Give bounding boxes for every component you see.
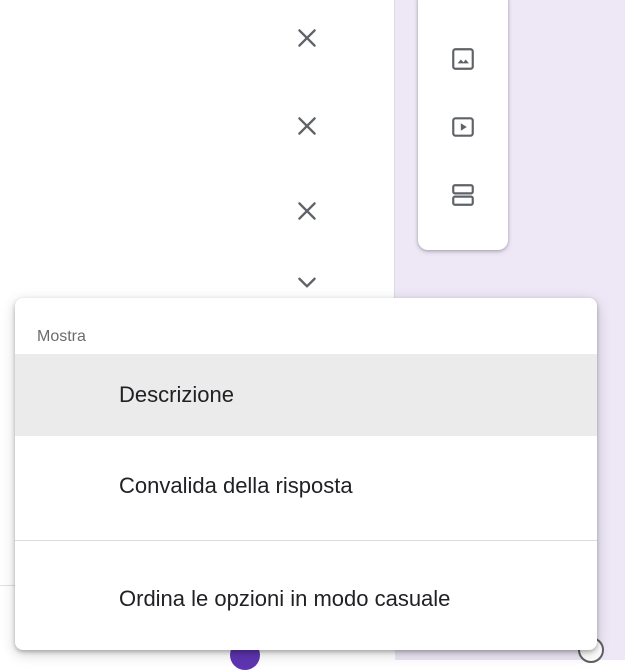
section-icon: [450, 182, 476, 208]
chevron-down-icon: [294, 272, 320, 292]
image-icon: [450, 46, 476, 72]
menu-item-shuffle-options[interactable]: Ordina le opzioni in modo casuale: [15, 548, 597, 650]
add-image-button[interactable]: [443, 39, 483, 79]
menu-item-label: Convalida della risposta: [119, 473, 353, 498]
menu-item-response-validation[interactable]: Convalida della risposta: [15, 436, 597, 536]
close-icon: [294, 198, 320, 224]
remove-option-button[interactable]: [283, 14, 331, 62]
close-icon: [294, 113, 320, 139]
add-video-button[interactable]: [443, 107, 483, 147]
remove-option-button[interactable]: [283, 187, 331, 235]
close-icon: [294, 25, 320, 51]
add-section-button[interactable]: [443, 175, 483, 215]
show-options-menu: Mostra Descrizione Convalida della rispo…: [15, 298, 597, 650]
video-icon: [450, 114, 476, 140]
menu-item-description[interactable]: Descrizione: [15, 354, 597, 436]
menu-header: Mostra: [37, 328, 86, 345]
menu-item-label: Ordina le opzioni in modo casuale: [119, 586, 451, 611]
floating-toolbar: [418, 0, 508, 250]
panel-divider: [394, 0, 395, 300]
menu-divider: [15, 540, 597, 541]
remove-option-button[interactable]: [283, 102, 331, 150]
menu-item-label: Descrizione: [119, 382, 234, 407]
